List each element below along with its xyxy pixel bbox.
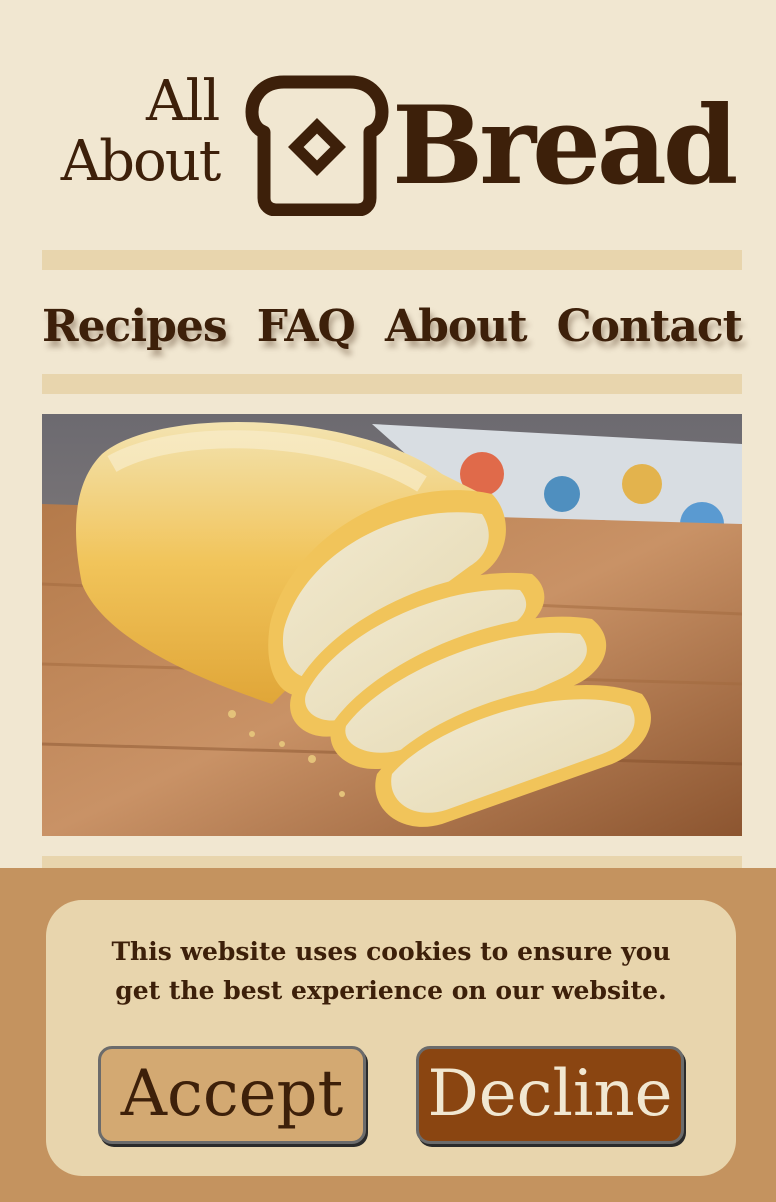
logo-bread-word: Bread <box>392 83 738 209</box>
logo-all: All <box>146 69 220 134</box>
nav-faq[interactable]: FAQ <box>257 301 356 352</box>
hero-image <box>42 414 742 836</box>
cookie-banner: This website uses cookies to ensure you … <box>0 868 776 1202</box>
divider-band <box>42 250 742 270</box>
page: All About Bread Recipes FAQ About Contac… <box>0 0 776 1202</box>
nav-contact[interactable]: Contact <box>557 301 743 352</box>
main-nav: Recipes FAQ About Contact <box>42 292 743 360</box>
bread-slice-icon <box>244 68 390 217</box>
logo-about: About <box>60 129 222 194</box>
divider-band <box>42 374 742 394</box>
accept-button[interactable]: Accept <box>98 1046 366 1144</box>
logo-text-small: All About <box>58 69 222 194</box>
cookie-card: This website uses cookies to ensure you … <box>46 900 736 1176</box>
decline-button[interactable]: Decline <box>416 1046 684 1144</box>
nav-recipes[interactable]: Recipes <box>42 301 228 352</box>
nav-about[interactable]: About <box>385 301 528 352</box>
divider-band <box>42 856 742 868</box>
cookie-message: This website uses cookies to ensure you … <box>106 932 676 1010</box>
cookie-message-line2: get the best experience on our website. <box>115 976 667 1005</box>
cookie-message-line1: This website uses cookies to ensure you <box>111 937 671 966</box>
